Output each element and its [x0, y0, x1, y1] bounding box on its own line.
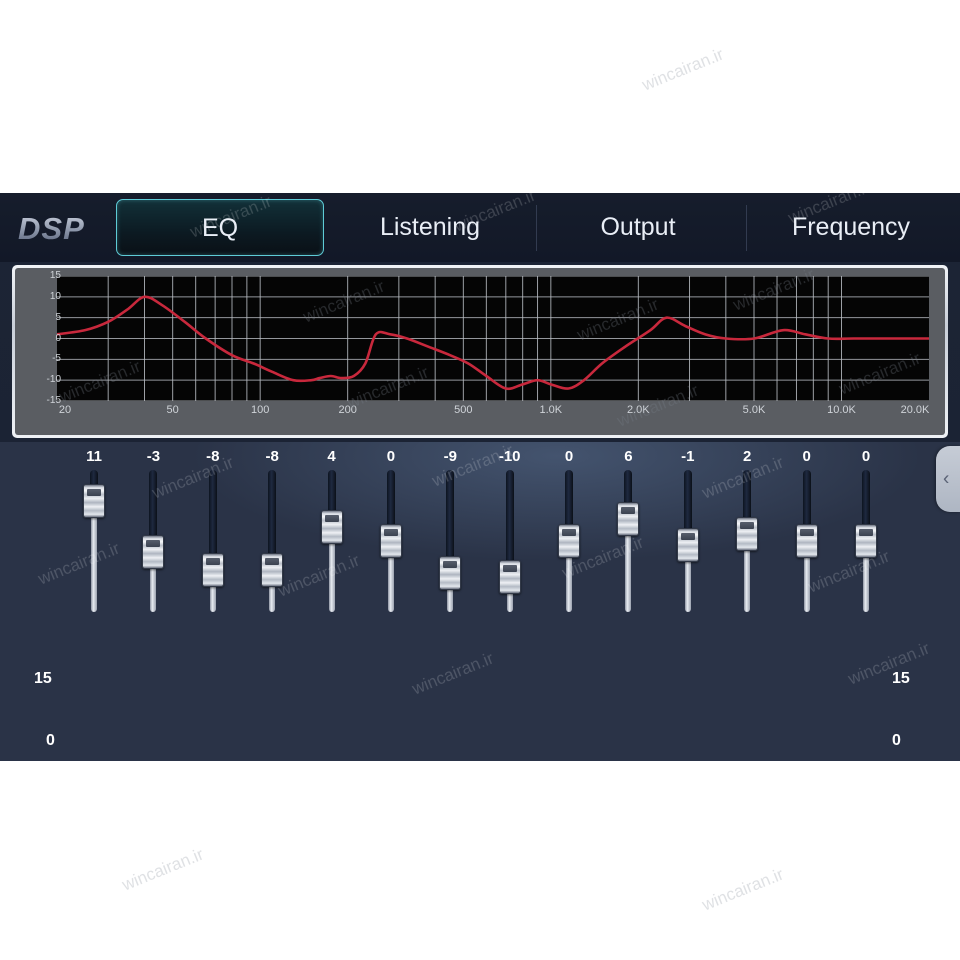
x-tick-label: 50 [166, 404, 179, 416]
slider-track-upper [446, 470, 455, 567]
band-gain-slider[interactable] [659, 470, 717, 612]
slider-handle[interactable] [142, 534, 165, 569]
x-tick-label: 5.0K [742, 404, 766, 416]
band-gain-slider[interactable] [778, 470, 836, 612]
band-gain-value: 11 [86, 448, 102, 465]
slider-track-upper [208, 470, 217, 563]
y-tick-label: -10 [46, 374, 61, 386]
slider-handle[interactable] [558, 524, 581, 558]
slider-track-upper [505, 470, 514, 570]
eq-curve-plot [57, 276, 929, 401]
page-watermark: wincairan.ir [699, 864, 787, 915]
x-tick-label: 10.0K [827, 404, 856, 416]
band-gain-value: 0 [564, 448, 574, 465]
tab-divider [746, 205, 747, 251]
slider-handle[interactable] [379, 524, 402, 558]
slider-handle[interactable] [261, 552, 284, 587]
band-gain-slider[interactable] [184, 470, 242, 612]
band-gain-value: 0 [802, 448, 811, 465]
band-gain-value: -8 [265, 448, 279, 465]
band-gain-value: 0 [386, 448, 396, 465]
band-gain-value: -3 [146, 448, 161, 465]
slider-track-lower [91, 508, 97, 612]
band-gain-slider[interactable] [481, 470, 539, 612]
band-gain-value: 4 [327, 448, 336, 465]
band-gain-slider[interactable] [718, 470, 776, 612]
slider-handle[interactable] [795, 524, 818, 558]
dsp-logo: DSP [18, 209, 114, 249]
tab-divider [536, 205, 537, 251]
slider-track-upper [149, 470, 158, 545]
scale-left-zero: 0 [46, 732, 55, 749]
y-tick-label: 0 [55, 332, 61, 344]
slider-handle[interactable] [320, 509, 343, 544]
band-gain-slider[interactable] [303, 470, 361, 612]
slider-handle[interactable] [855, 524, 877, 558]
tab-listening[interactable]: Listening [330, 199, 530, 256]
x-tick-label: 20.0K [900, 404, 930, 416]
slider-handle[interactable] [498, 560, 521, 594]
x-tick-label: 2.0K [627, 404, 650, 416]
equalizer-body: 11-3-8-840-9-1006-1200 15 0 -15 15 0 -15… [0, 441, 960, 761]
slider-handle[interactable] [201, 552, 224, 587]
band-gain-value: 6 [624, 448, 633, 465]
band-gain-value: 2 [743, 448, 752, 465]
collapse-panel-tab[interactable]: ‹ [936, 446, 960, 512]
band-gain-slider[interactable] [243, 470, 301, 612]
scale-left-max: 15 [34, 670, 52, 687]
eq-curve-line [57, 295, 929, 391]
scale-right-max: 15 [892, 670, 910, 687]
x-tick-label: 500 [454, 404, 473, 416]
graph-inner: 15 10 5 0 -5 -10 -15 20 50 100 200 500 1.0K 2.0K 5.0K… [15, 268, 945, 435]
slider-handle[interactable] [736, 516, 759, 551]
eq-response-graph: 15 10 5 0 -5 -10 -15 20 50 100 200 500 1.0K 2.0K 5.0K… [12, 265, 948, 438]
eq-curve-svg [57, 276, 929, 401]
y-tick-label: 5 [55, 311, 61, 323]
page-watermark: wincairan.ir [119, 844, 207, 895]
scale-right-zero: 0 [892, 732, 901, 749]
band-gain-slider[interactable] [362, 470, 420, 612]
slider-handle[interactable] [617, 502, 640, 537]
band-gain-value: 0 [861, 448, 871, 465]
chevron-left-icon: ‹ [943, 468, 950, 490]
band-gain-slider[interactable] [540, 470, 598, 612]
band-gain-value: -8 [206, 448, 220, 465]
band-gain-slider[interactable] [837, 470, 895, 612]
slider-track-lower [328, 533, 335, 612]
band-gain-slider[interactable] [599, 470, 657, 612]
band-gain-slider[interactable] [421, 470, 479, 612]
y-tick-label: 15 [49, 270, 61, 281]
y-tick-label: -15 [46, 395, 61, 406]
band-gain-slider[interactable] [65, 470, 123, 612]
x-tick-label: 200 [338, 404, 357, 416]
dsp-app-panel: DSP EQ Listening Output Frequency wincai… [0, 193, 960, 761]
slider-track-upper [268, 470, 277, 563]
band-gain-slider[interactable] [124, 470, 182, 612]
watermark: wincairan.ir [845, 638, 933, 689]
tab-output[interactable]: Output [538, 199, 738, 256]
page-watermark: wincairan.ir [639, 44, 727, 95]
band-gain-value: -1 [681, 448, 695, 465]
slider-handle[interactable] [439, 556, 462, 591]
band-gain-value: -9 [443, 448, 457, 465]
slider-handle[interactable] [676, 527, 699, 562]
slider-track-lower [625, 526, 632, 612]
slider-handle[interactable] [83, 484, 105, 519]
tab-eq[interactable]: EQ [116, 199, 324, 256]
y-tick-label: -5 [52, 353, 61, 365]
tab-frequency[interactable]: Frequency [748, 199, 954, 256]
x-tick-label: 20 [58, 404, 72, 416]
x-tick-label: 1.0K [539, 404, 563, 416]
band-gain-value: -10 [498, 448, 521, 465]
header-bar: DSP EQ Listening Output Frequency wincai… [0, 193, 960, 262]
slider-track-lower [744, 540, 751, 612]
watermark: wincairan.ir [409, 648, 497, 699]
y-tick-label: 10 [49, 290, 61, 302]
x-tick-label: 100 [250, 404, 270, 416]
